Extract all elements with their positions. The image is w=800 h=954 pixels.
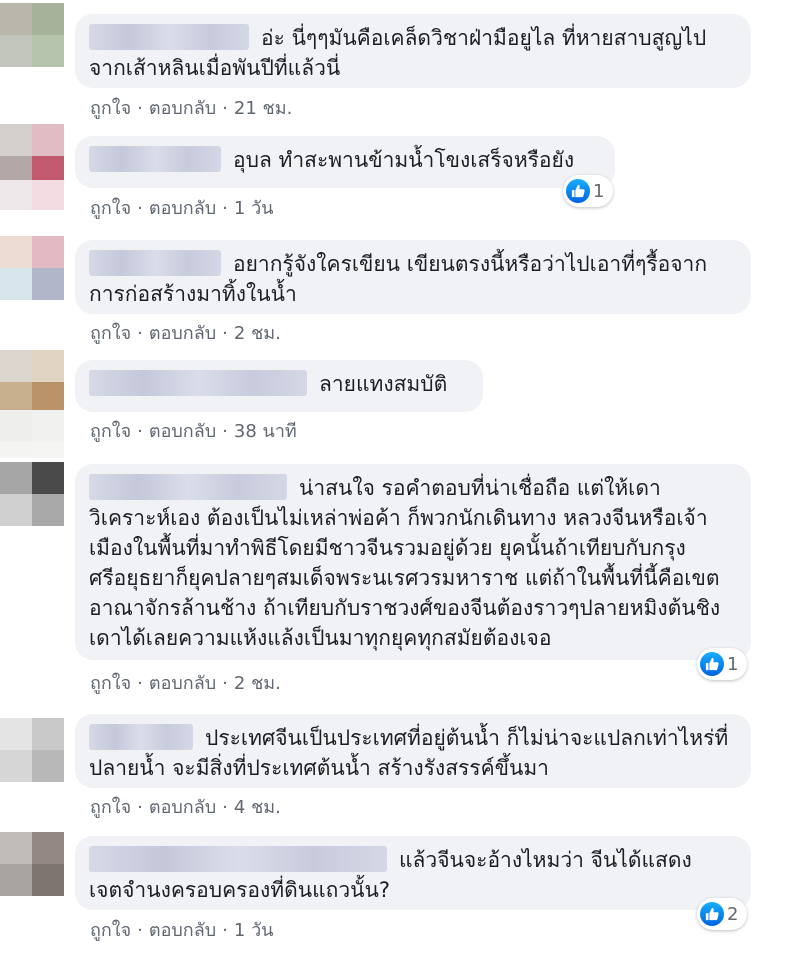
comment-actions: ถูกใจ · ตอบกลับ · 21 ชม. — [90, 93, 292, 122]
comment-timestamp[interactable]: 1 วัน — [234, 198, 274, 219]
reaction-count[interactable]: 2 — [697, 898, 747, 930]
separator-dot: · — [222, 920, 228, 941]
reaction-number: 1 — [593, 180, 605, 202]
commenter-name[interactable] — [89, 146, 221, 172]
comment-actions: ถูกใจ · ตอบกลับ · 1 วัน — [90, 193, 273, 222]
comment-timestamp[interactable]: 21 ชม. — [234, 98, 292, 119]
comment-timestamp[interactable]: 4 ชม. — [234, 797, 281, 818]
avatar[interactable] — [0, 462, 64, 526]
commenter-name[interactable] — [89, 846, 387, 872]
like-button[interactable]: ถูกใจ — [90, 323, 131, 344]
comment-timestamp[interactable]: 1 วัน — [234, 920, 274, 941]
commenter-name[interactable] — [89, 474, 287, 500]
like-button[interactable]: ถูกใจ — [90, 673, 131, 694]
commenter-name[interactable] — [89, 24, 249, 50]
separator-dot: · — [137, 920, 143, 941]
comment-actions: ถูกใจ · ตอบกลับ · 38 นาที — [90, 416, 297, 445]
reply-button[interactable]: ตอบกลับ — [149, 920, 216, 941]
comment-bubble: อุบล ทำสะพานข้ามน้ำโขงเสร็จหรือยัง — [75, 136, 615, 188]
avatar[interactable] — [0, 832, 64, 896]
reaction-count[interactable]: 1 — [697, 648, 747, 680]
comment-timestamp[interactable]: 2 ชม. — [234, 673, 281, 694]
separator-dot: · — [222, 198, 228, 219]
separator-dot: · — [222, 98, 228, 119]
like-button[interactable]: ถูกใจ — [90, 797, 131, 818]
reply-button[interactable]: ตอบกลับ — [149, 421, 216, 442]
avatar-bottom — [0, 180, 64, 210]
comment-actions: ถูกใจ · ตอบกลับ · 2 ชม. — [90, 318, 281, 347]
separator-dot: · — [222, 421, 228, 442]
comment-bubble: แล้วจีนจะอ้างไหมว่า จีนได้แสดงเจตจำนงครอ… — [75, 836, 751, 910]
like-button[interactable]: ถูกใจ — [90, 421, 131, 442]
comment-actions: ถูกใจ · ตอบกลับ · 2 ชม. — [90, 668, 281, 697]
separator-dot: · — [137, 98, 143, 119]
avatar[interactable] — [0, 350, 64, 414]
comment-text: ลายแทงสมบัติ — [319, 372, 448, 396]
avatar[interactable] — [0, 236, 64, 300]
separator-dot: · — [137, 797, 143, 818]
avatar[interactable] — [0, 124, 64, 188]
commenter-name[interactable] — [89, 250, 221, 276]
separator-dot: · — [137, 323, 143, 344]
reaction-number: 2 — [727, 903, 739, 925]
like-icon — [700, 652, 724, 676]
reply-button[interactable]: ตอบกลับ — [149, 797, 216, 818]
comment-actions: ถูกใจ · ตอบกลับ · 4 ชม. — [90, 792, 281, 821]
comment-bubble: น่าสนใจ รอคำตอบที่น่าเชื่อถือ แต่ให้เดาว… — [75, 464, 751, 660]
comment-timestamp[interactable]: 2 ชม. — [234, 323, 281, 344]
like-button[interactable]: ถูกใจ — [90, 198, 131, 219]
separator-dot: · — [137, 673, 143, 694]
comment-bubble: อยากรู้จังใครเขียน เขียนตรงนี้หรือว่าไปเ… — [75, 240, 751, 314]
avatar[interactable] — [0, 718, 64, 782]
commenter-name[interactable] — [89, 370, 307, 396]
comment-bubble: ลายแทงสมบัติ — [75, 360, 483, 412]
reply-button[interactable]: ตอบกลับ — [149, 673, 216, 694]
avatar[interactable] — [0, 3, 64, 67]
separator-dot: · — [222, 673, 228, 694]
like-icon — [700, 902, 724, 926]
like-button[interactable]: ถูกใจ — [90, 920, 131, 941]
comment-bubble: อ่ะ นี่ๆๆมันคือเคล็ดวิชาฝ่ามือยูไล ที่หา… — [75, 14, 751, 88]
comment-bubble: ประเทศจีนเป็นประเทศที่อยู่ต้นน้ำ ก็ไม่น่… — [75, 714, 751, 788]
avatar-bottom — [0, 410, 64, 458]
reply-button[interactable]: ตอบกลับ — [149, 323, 216, 344]
like-button[interactable]: ถูกใจ — [90, 98, 131, 119]
comment-actions: ถูกใจ · ตอบกลับ · 1 วัน — [90, 915, 273, 944]
comment-text: อุบล ทำสะพานข้ามน้ำโขงเสร็จหรือยัง — [233, 148, 575, 172]
comment-timestamp[interactable]: 38 นาที — [234, 421, 297, 442]
separator-dot: · — [137, 198, 143, 219]
reaction-number: 1 — [727, 653, 739, 675]
reaction-count[interactable]: 1 — [563, 175, 613, 207]
separator-dot: · — [137, 421, 143, 442]
like-icon — [566, 179, 590, 203]
comment-text: น่าสนใจ รอคำตอบที่น่าเชื่อถือ แต่ให้เดาว… — [89, 476, 721, 650]
reply-button[interactable]: ตอบกลับ — [149, 198, 216, 219]
commenter-name[interactable] — [89, 724, 193, 750]
reply-button[interactable]: ตอบกลับ — [149, 98, 216, 119]
separator-dot: · — [222, 323, 228, 344]
separator-dot: · — [222, 797, 228, 818]
